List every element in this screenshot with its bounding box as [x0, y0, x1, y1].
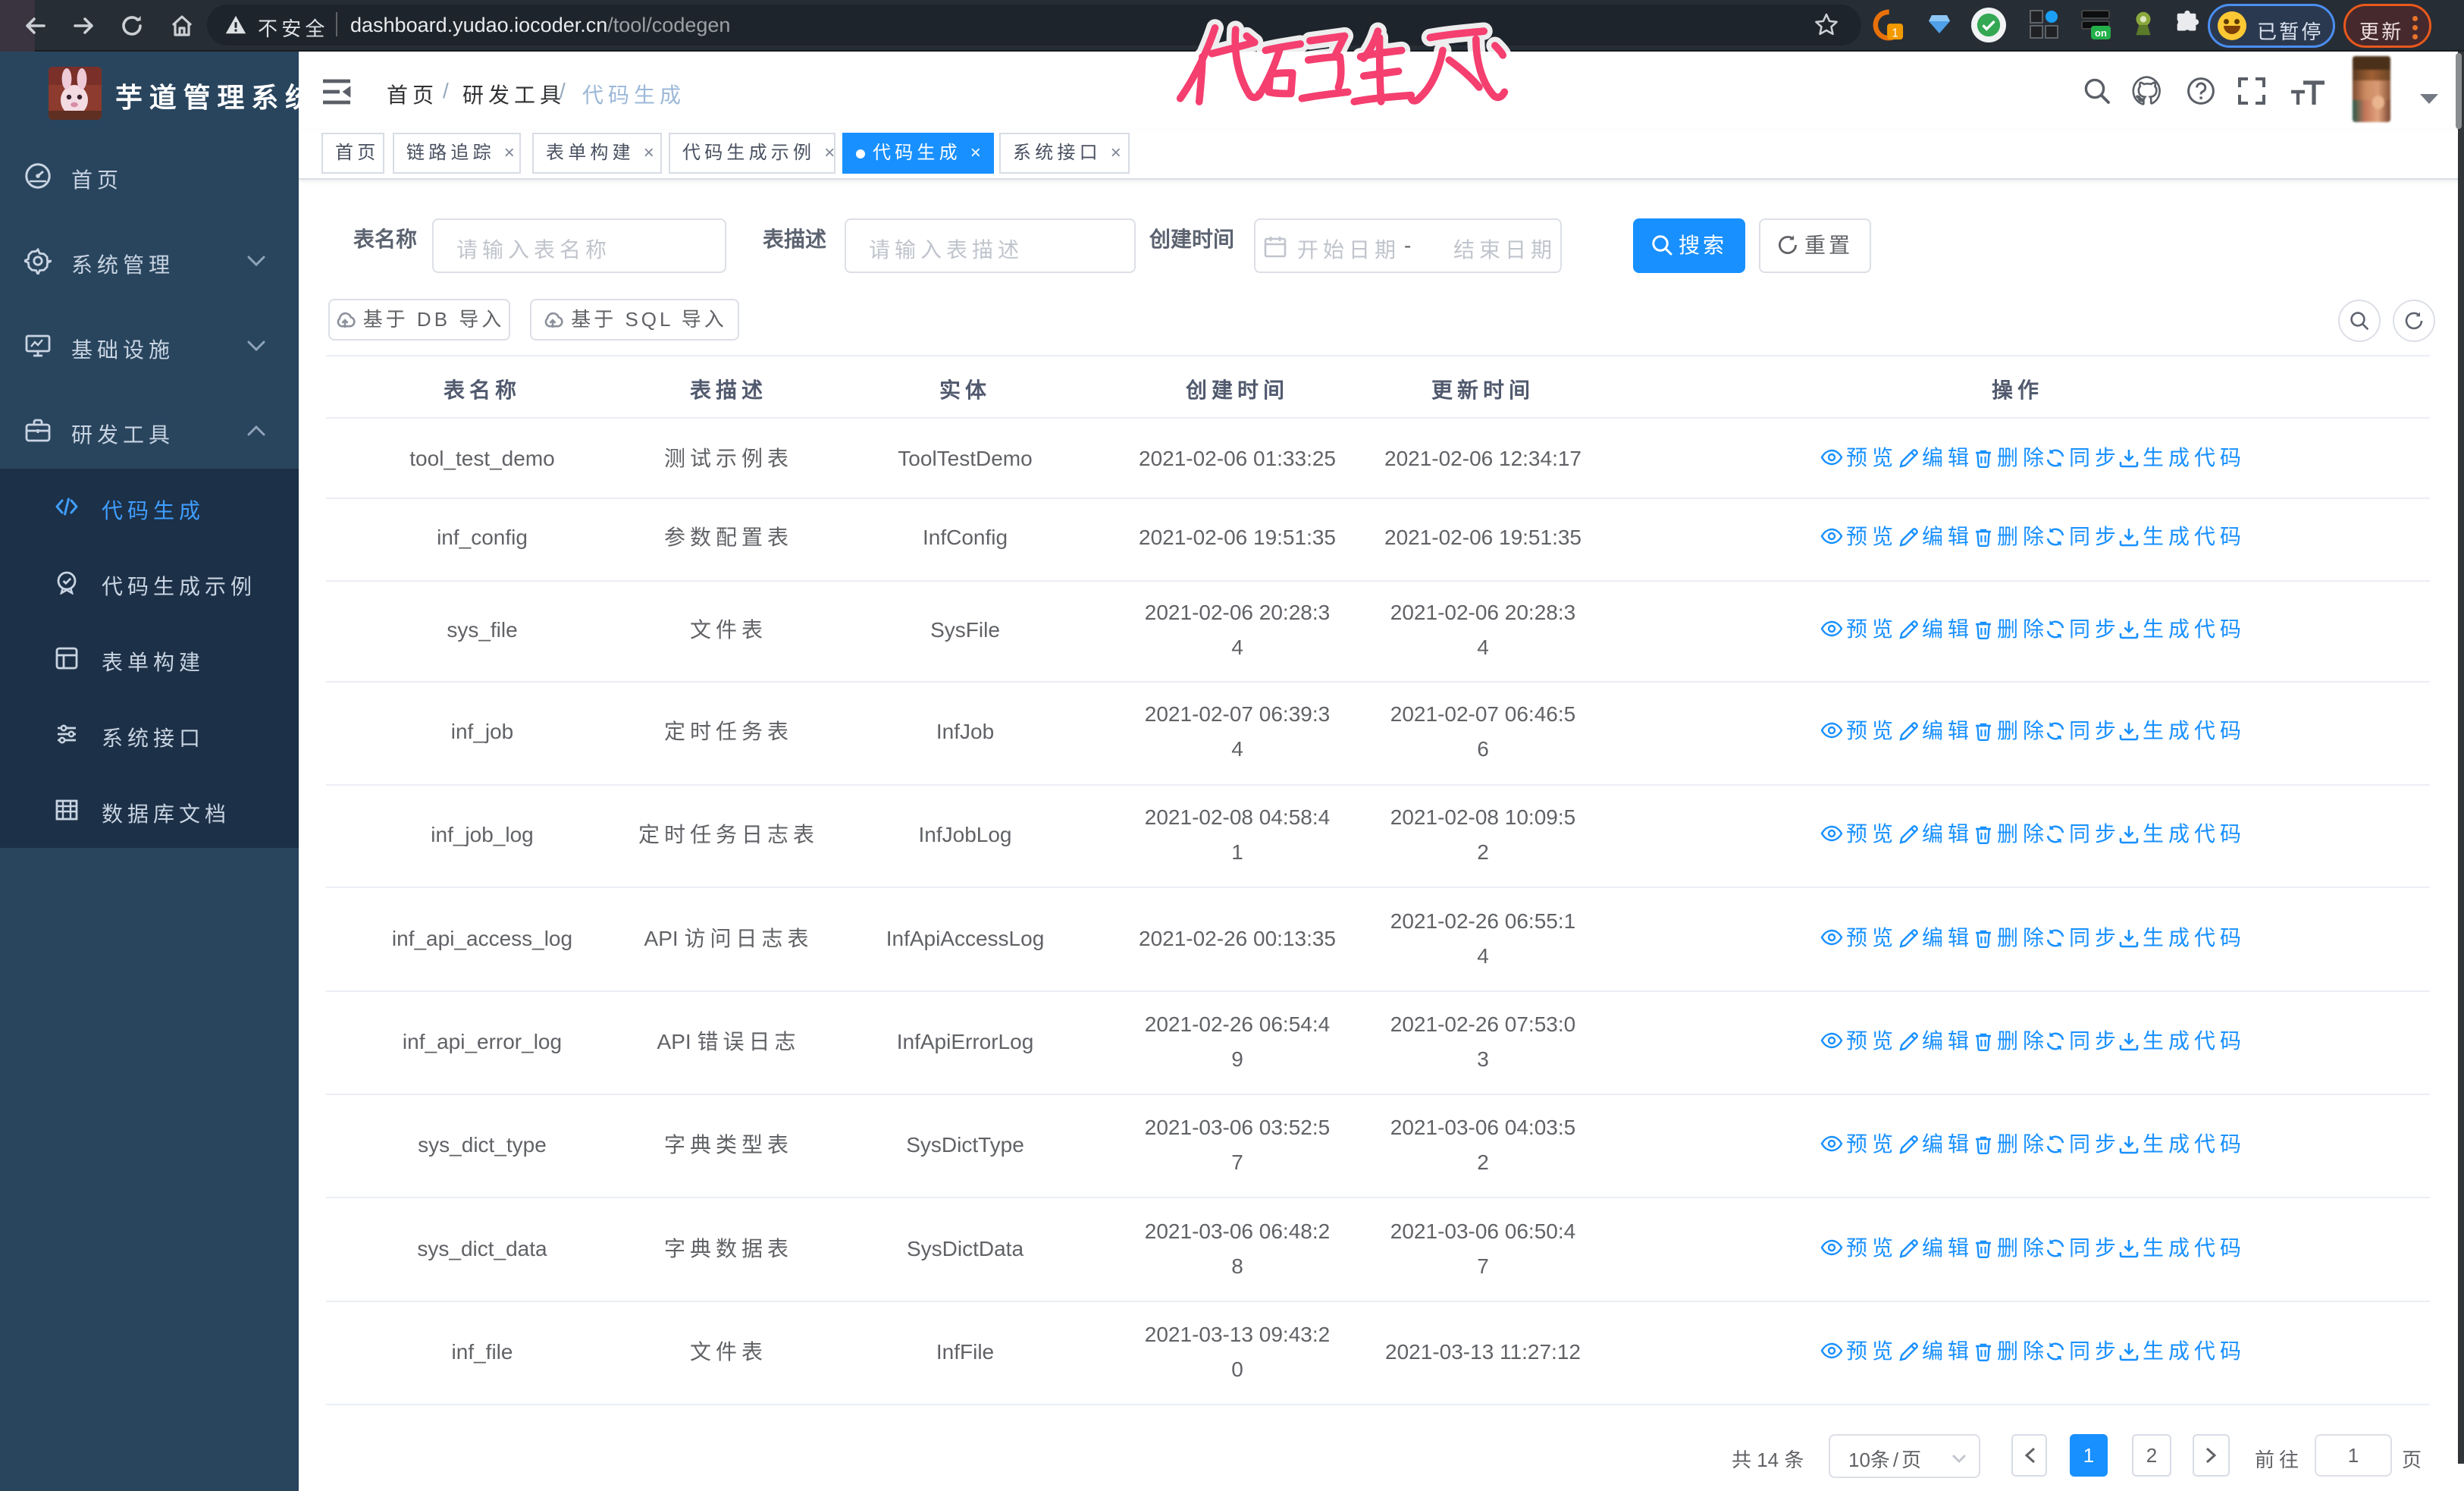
svg-text:on: on	[2095, 27, 2107, 39]
svg-text:1: 1	[1892, 27, 1898, 39]
